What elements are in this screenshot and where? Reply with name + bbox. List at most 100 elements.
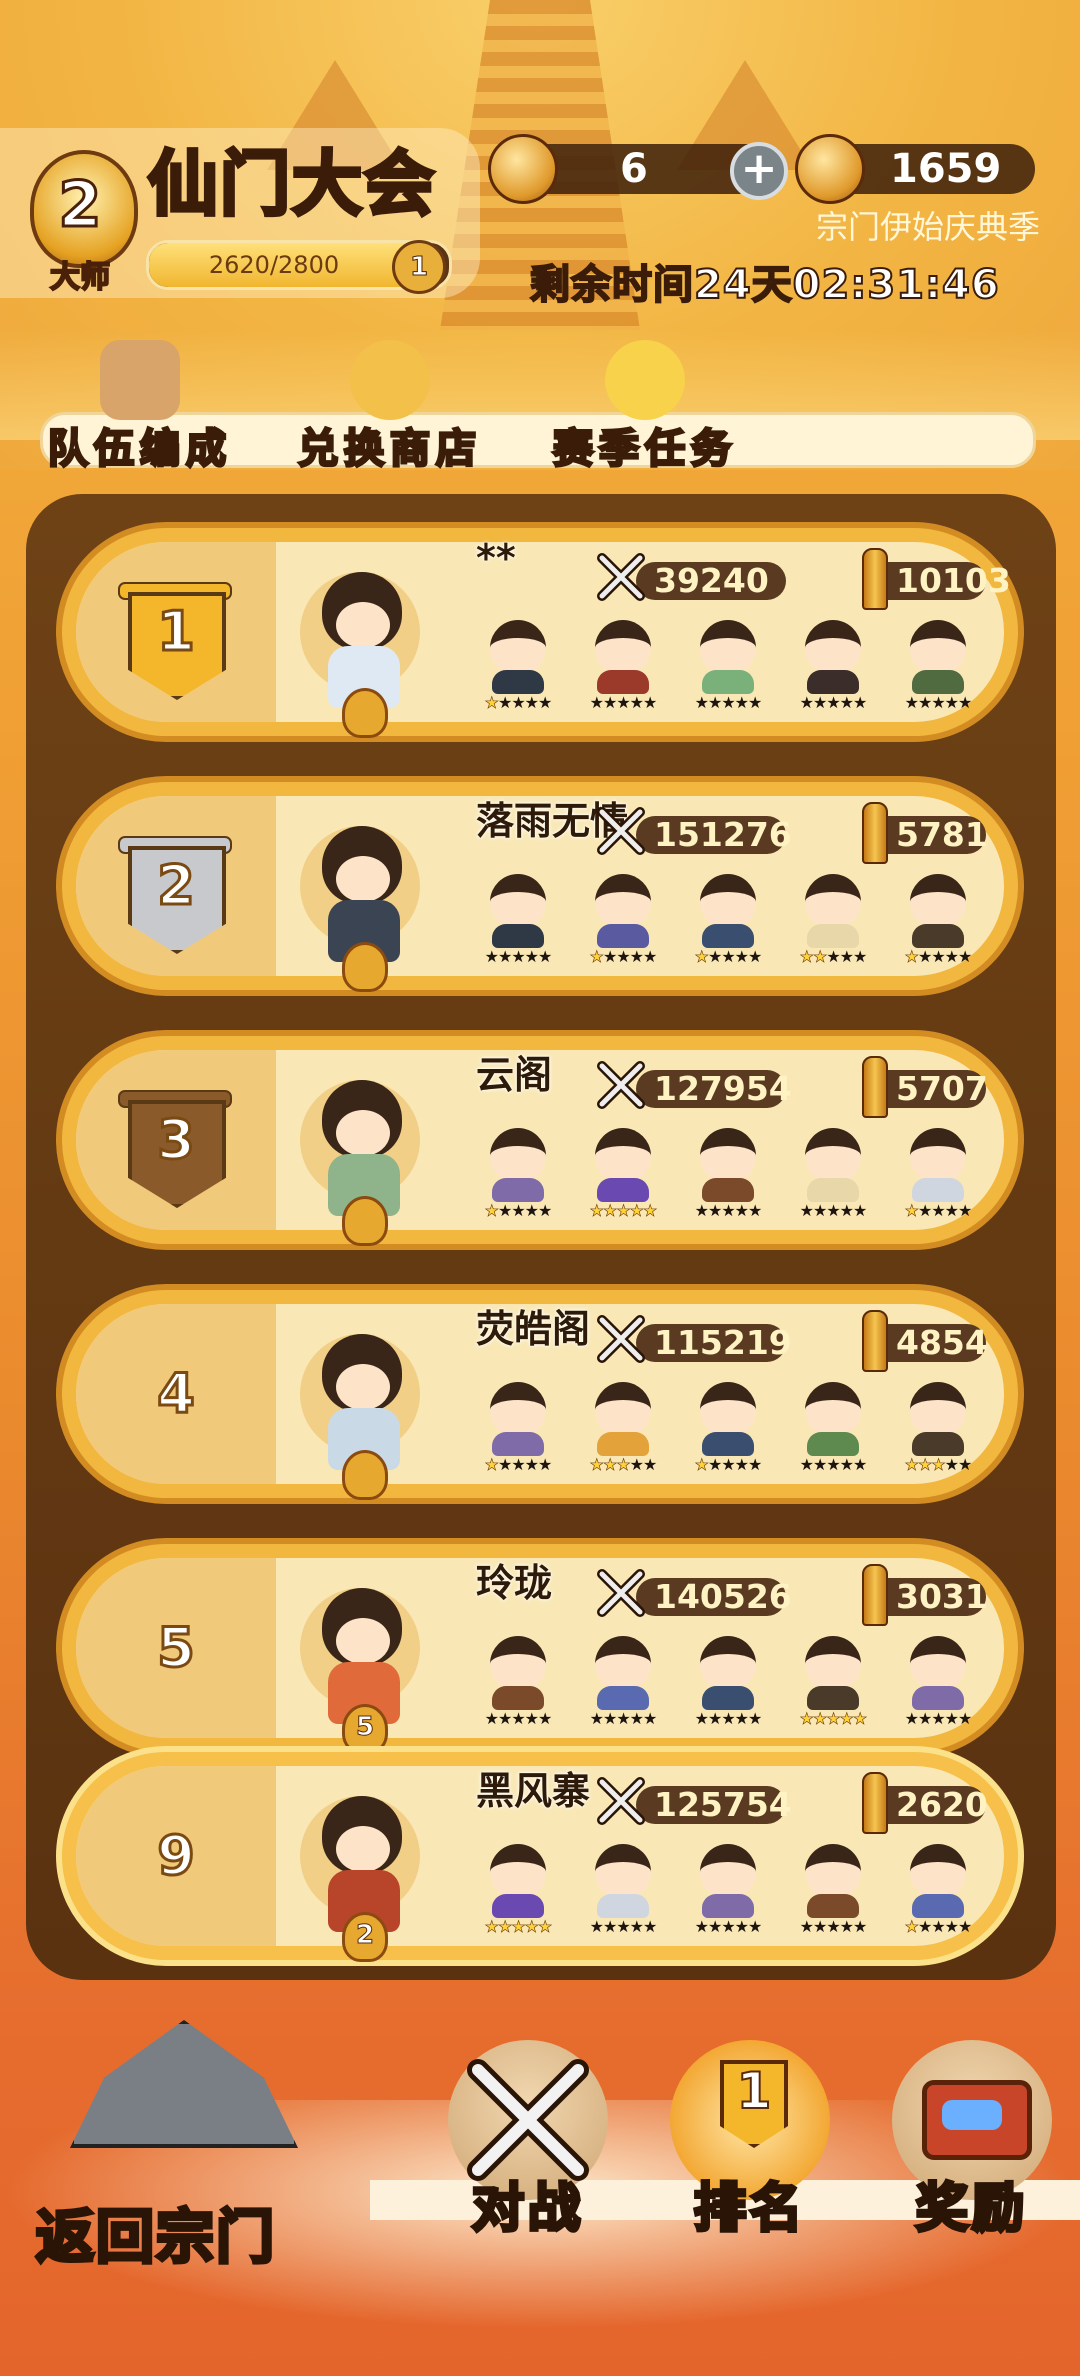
star-icon: ★ <box>707 1455 722 1474</box>
hero-portrait[interactable]: ★★★★★ <box>581 616 665 716</box>
star-icon: ★ <box>707 947 722 966</box>
star-icon: ★ <box>694 947 709 966</box>
hero-face <box>595 1128 651 1184</box>
hero-face <box>490 1382 546 1438</box>
home-label[interactable]: 返回宗门 <box>34 2190 276 2274</box>
token-icon <box>488 134 558 204</box>
hero-portrait[interactable]: ★★★★★ <box>581 1632 665 1732</box>
sword-icon <box>596 806 646 856</box>
leader-level-badge <box>342 688 388 738</box>
star-icon: ★ <box>707 1709 722 1728</box>
hero-portrait[interactable]: ★★★★★ <box>686 1632 770 1732</box>
hero-portrait[interactable]: ★★★★★ <box>581 1124 665 1224</box>
hero-portrait[interactable]: ★★★★★ <box>476 1632 560 1732</box>
star-icon: ★ <box>721 1709 735 1728</box>
hero-portrait[interactable]: ★★★★★ <box>791 1632 875 1732</box>
season-tasks-button[interactable]: 赛季任务 <box>545 340 745 474</box>
add-token-button[interactable]: + <box>730 142 788 200</box>
star-icon: ★ <box>853 1201 867 1220</box>
ranking-row[interactable]: 2 落雨无情 151276 5781 ★★★★★ ★★★★★ ★★★★★ ★★★★★… <box>56 776 1024 996</box>
hero-stars: ★★★★★ <box>581 947 665 966</box>
hero-portrait[interactable]: ★★★★★ <box>476 616 560 716</box>
leader-level-badge <box>342 1450 388 1500</box>
ranking-row[interactable]: 1 ** 39240 10103 ★★★★★ ★★★★★ ★★★★★ ★★★★★ ★… <box>56 522 1024 742</box>
star-icon: ★ <box>839 947 854 966</box>
star-icon: ★ <box>589 1201 604 1220</box>
hero-portrait[interactable]: ★★★★★ <box>686 1840 770 1940</box>
ranking-row-inner: 4 荧皓阁 115219 4854 ★★★★★ ★★★★★ ★★★★★ ★★★★★ … <box>76 1304 1004 1500</box>
home-button[interactable] <box>40 1960 320 2180</box>
star-icon: ★ <box>853 693 867 712</box>
rank-emblem[interactable]: 2 大师 <box>20 140 140 296</box>
hero-portrait[interactable]: ★★★★★ <box>581 1378 665 1478</box>
star-icon: ★ <box>958 947 972 966</box>
ranking-row[interactable]: 4 荧皓阁 115219 4854 ★★★★★ ★★★★★ ★★★★★ ★★★★★ … <box>56 1284 1024 1504</box>
hero-face <box>910 1128 966 1184</box>
star-icon: ★ <box>931 1201 945 1220</box>
hero-portrait[interactable]: ★★★★★ <box>791 616 875 716</box>
team-formation-button[interactable]: 队伍编成 <box>40 340 240 474</box>
hero-portrait[interactable]: ★★★★★ <box>476 1840 560 1940</box>
shop-icon <box>350 340 430 420</box>
ranking-row[interactable]: 9 2 黑风寨 125754 2620 ★★★★★ ★★★★★ ★★★★★ ★★★★★… <box>56 1746 1024 1966</box>
hero-portrait[interactable]: ★★★★★ <box>476 1378 560 1478</box>
hero-portrait[interactable]: ★★★★★ <box>476 870 560 970</box>
hero-portrait[interactable]: ★★★★★ <box>896 870 980 970</box>
hero-portrait[interactable]: ★★★★★ <box>791 1840 875 1940</box>
sect-leader-avatar[interactable] <box>300 1050 430 1246</box>
combat-power: 115219 <box>654 1323 792 1362</box>
team-icon <box>100 340 180 420</box>
exchange-shop-button[interactable]: 兑换商店 <box>290 340 490 474</box>
star-icon: ★ <box>538 1455 552 1474</box>
hero-portrait[interactable]: ★★★★★ <box>581 870 665 970</box>
season-name: 宗门伊始庆典季 <box>815 208 1040 246</box>
hero-portrait[interactable]: ★★★★★ <box>686 870 770 970</box>
hero-stars: ★★★★★ <box>476 948 560 966</box>
star-icon: ★ <box>616 1709 630 1728</box>
hero-portrait[interactable]: ★★★★★ <box>791 1378 875 1478</box>
hero-portrait[interactable]: ★★★★★ <box>896 1124 980 1224</box>
star-icon: ★ <box>643 1917 657 1936</box>
star-icon: ★ <box>734 1709 749 1728</box>
hero-portrait[interactable]: ★★★★★ <box>686 1124 770 1224</box>
hero-face <box>805 1382 861 1438</box>
star-icon: ★ <box>904 947 919 966</box>
ranking-row[interactable]: 3 云阁 127954 5707 ★★★★★ ★★★★★ ★★★★★ ★★★★★ ★… <box>56 1030 1024 1250</box>
star-icon: ★ <box>839 1455 854 1474</box>
ranking-button[interactable]: 1 排名 <box>650 2040 850 2241</box>
sword-icon <box>596 1060 646 1110</box>
sword-icon <box>596 552 646 602</box>
sect-leader-avatar[interactable] <box>300 1304 430 1500</box>
hero-portrait[interactable]: ★★★★★ <box>476 1124 560 1224</box>
hero-body <box>702 1686 754 1710</box>
hero-portrait[interactable]: ★★★★★ <box>791 1124 875 1224</box>
hero-stars: ★★★★★ <box>896 1917 980 1936</box>
sect-leader-avatar[interactable]: 2 <box>300 1766 430 1962</box>
hero-portrait[interactable]: ★★★★★ <box>896 616 980 716</box>
star-icon: ★ <box>931 1917 945 1936</box>
coin-icon <box>795 134 865 204</box>
star-icon: ★ <box>826 1201 840 1220</box>
hero-body <box>807 1432 859 1456</box>
hero-portrait[interactable]: ★★★★★ <box>686 1378 770 1478</box>
hero-portrait[interactable]: ★★★★★ <box>896 1840 980 1940</box>
star-icon: ★ <box>602 693 617 712</box>
rank-number: 5 <box>156 1615 197 1681</box>
sect-leader-avatar[interactable]: 5 <box>300 1558 430 1754</box>
hero-portrait[interactable]: ★★★★★ <box>791 870 875 970</box>
star-icon: ★ <box>748 1917 762 1936</box>
hero-portrait[interactable]: ★★★★★ <box>896 1378 980 1478</box>
sect-leader-avatar[interactable] <box>300 796 430 992</box>
sect-leader-avatar[interactable] <box>300 542 430 738</box>
combat-power: 39240 <box>654 561 769 600</box>
battle-button[interactable]: 对战 <box>428 2040 628 2241</box>
rewards-button[interactable]: 奖励 <box>872 2040 1072 2241</box>
hero-face <box>490 874 546 930</box>
hero-portrait[interactable]: ★★★★★ <box>581 1840 665 1940</box>
ranking-row[interactable]: 5 5 玲珑 140526 3031 ★★★★★ ★★★★★ ★★★★★ ★★★★★ … <box>56 1538 1024 1758</box>
star-icon: ★ <box>931 1709 945 1728</box>
star-icon: ★ <box>748 947 762 966</box>
hero-portrait[interactable]: ★★★★★ <box>686 616 770 716</box>
hero-portrait[interactable]: ★★★★★ <box>896 1632 980 1732</box>
star-icon: ★ <box>812 1917 827 1936</box>
